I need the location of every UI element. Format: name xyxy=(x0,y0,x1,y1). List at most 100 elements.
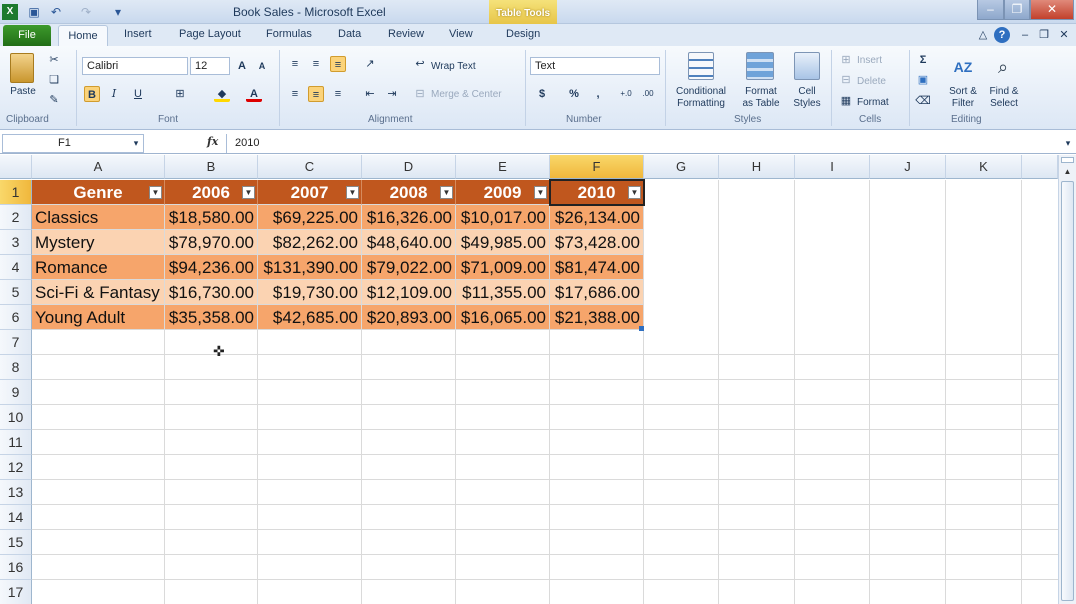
row-header[interactable]: 8 xyxy=(0,355,32,380)
wrap-text-icon[interactable]: ↩ xyxy=(412,56,428,72)
table-cell[interactable]: $16,065.00 xyxy=(456,305,550,330)
row-header[interactable]: 2 xyxy=(0,205,32,230)
vertical-scrollbar[interactable]: ▲ xyxy=(1058,155,1076,604)
column-header-f[interactable]: F xyxy=(550,155,644,179)
comma-icon[interactable]: , xyxy=(590,86,606,102)
filter-dropdown-icon[interactable]: ▼ xyxy=(242,186,255,199)
table-cell[interactable]: $17,686.00 xyxy=(550,280,644,305)
conditional-formatting-line1[interactable]: Conditional xyxy=(670,86,732,98)
row-header[interactable]: 11 xyxy=(0,430,32,455)
column-header-i[interactable]: I xyxy=(795,155,870,179)
align-left-icon[interactable]: ≡ xyxy=(287,86,303,102)
split-box[interactable] xyxy=(1061,157,1074,163)
table-cell[interactable]: $73,428.00 xyxy=(550,230,644,255)
redo-icon[interactable]: ↷ xyxy=(78,4,94,20)
save-icon[interactable]: ▣ xyxy=(26,4,42,20)
doc-restore-icon[interactable]: ❐ xyxy=(1036,27,1052,43)
conditional-formatting-line2[interactable]: Formatting xyxy=(670,98,732,110)
paste-button[interactable]: Paste xyxy=(8,86,38,98)
table-cell[interactable]: $71,009.00 xyxy=(456,255,550,280)
empty-grid-area[interactable] xyxy=(32,330,1058,604)
table-cell[interactable]: $42,685.00 xyxy=(258,305,362,330)
name-box-dropdown-icon[interactable]: ▾ xyxy=(128,135,144,151)
ribbon-minimize-icon[interactable]: △ xyxy=(975,27,991,43)
column-header-k[interactable]: K xyxy=(946,155,1022,179)
tab-review[interactable]: Review xyxy=(388,28,424,40)
format-as-table-icon[interactable] xyxy=(746,52,774,80)
filter-dropdown-icon[interactable]: ▼ xyxy=(440,186,453,199)
decrease-decimal-icon[interactable]: .00 xyxy=(640,86,656,102)
row-header[interactable]: 13 xyxy=(0,480,32,505)
table-cell[interactable]: $131,390.00 xyxy=(258,255,362,280)
tab-page-layout[interactable]: Page Layout xyxy=(179,28,241,40)
cut-icon[interactable]: ✂ xyxy=(46,52,62,68)
format-as-table-line2[interactable]: as Table xyxy=(736,98,786,110)
column-header-b[interactable]: B xyxy=(165,155,258,179)
align-middle-icon[interactable]: ≡ xyxy=(308,56,324,72)
column-header-c[interactable]: C xyxy=(258,155,362,179)
grow-font-icon[interactable]: A xyxy=(234,58,250,74)
decrease-indent-icon[interactable]: ⇤ xyxy=(362,86,378,102)
clear-icon[interactable]: ⌫ xyxy=(915,93,931,109)
find-select-icon[interactable]: ⌕ xyxy=(990,54,1016,80)
name-box[interactable]: F1 xyxy=(2,134,144,153)
tab-home[interactable]: Home xyxy=(58,25,108,47)
row-header[interactable]: 15 xyxy=(0,530,32,555)
fill-color-icon[interactable]: ◆ xyxy=(214,86,230,102)
table-cell[interactable]: Sci-Fi & Fantasy xyxy=(32,280,165,305)
paste-icon[interactable] xyxy=(10,53,34,83)
filter-dropdown-icon[interactable]: ▼ xyxy=(346,186,359,199)
formula-input[interactable]: 2010 xyxy=(226,134,1062,153)
table-cell[interactable]: $18,580.00 xyxy=(165,205,258,230)
cell-styles-line1[interactable]: Cell xyxy=(788,86,826,98)
table-cell[interactable]: Classics xyxy=(32,205,165,230)
autosum-icon[interactable]: Σ xyxy=(915,52,931,68)
insert-function-icon[interactable]: fx xyxy=(207,135,218,148)
table-cell[interactable]: $48,640.00 xyxy=(362,230,456,255)
align-bottom-icon[interactable]: ≡ xyxy=(330,56,346,72)
align-right-icon[interactable]: ≡ xyxy=(330,86,346,102)
delete-cells-icon[interactable]: ⊟ xyxy=(838,72,854,88)
merge-center-button[interactable]: Merge & Center xyxy=(431,89,502,101)
align-top-icon[interactable]: ≡ xyxy=(287,56,303,72)
fill-icon[interactable]: ▣ xyxy=(915,72,931,88)
table-cell[interactable]: Mystery xyxy=(32,230,165,255)
table-header-2006[interactable]: 2006 ▼ xyxy=(165,180,258,205)
table-cell[interactable]: $81,474.00 xyxy=(550,255,644,280)
column-header-d[interactable]: D xyxy=(362,155,456,179)
expand-formula-bar-icon[interactable]: ▾ xyxy=(1060,135,1076,151)
column-header-e[interactable]: E xyxy=(456,155,550,179)
table-header-genre[interactable]: Genre ▼ xyxy=(32,180,165,205)
align-center-icon[interactable]: ≡ xyxy=(308,86,324,102)
sort-filter-line1[interactable]: Sort & xyxy=(944,86,982,98)
customize-toolbar-icon[interactable]: ▾ xyxy=(110,4,126,20)
table-cell[interactable]: $16,730.00 xyxy=(165,280,258,305)
worksheet-grid[interactable]: A B C D E F G H I J K 1 2 3 4 5 6 7 8 9 … xyxy=(0,155,1058,604)
italic-button[interactable]: I xyxy=(106,86,122,102)
tab-design[interactable]: Design xyxy=(506,28,540,40)
minimize-button[interactable]: – xyxy=(977,0,1004,20)
tab-view[interactable]: View xyxy=(449,28,473,40)
row-header[interactable]: 1 xyxy=(0,180,32,205)
row-header[interactable]: 10 xyxy=(0,405,32,430)
column-header-j[interactable]: J xyxy=(870,155,946,179)
tab-data[interactable]: Data xyxy=(338,28,361,40)
format-cells-icon[interactable]: ▦ xyxy=(838,93,854,109)
table-cell[interactable]: $21,388.00 xyxy=(550,305,644,330)
row-header[interactable]: 5 xyxy=(0,280,32,305)
bold-button[interactable]: B xyxy=(84,86,100,102)
font-color-icon[interactable]: A xyxy=(246,86,262,102)
table-cell[interactable]: $49,985.00 xyxy=(456,230,550,255)
cell-styles-icon[interactable] xyxy=(794,52,820,80)
table-resize-handle[interactable] xyxy=(639,326,644,331)
table-header-2007[interactable]: 2007 ▼ xyxy=(258,180,362,205)
delete-cells-button[interactable]: Delete xyxy=(857,76,886,88)
close-button[interactable]: ✕ xyxy=(1030,0,1074,20)
column-header-h[interactable]: H xyxy=(719,155,795,179)
table-cell[interactable]: $35,358.00 xyxy=(165,305,258,330)
row-header[interactable]: 4 xyxy=(0,255,32,280)
table-header-2008[interactable]: 2008 ▼ xyxy=(362,180,456,205)
table-cell[interactable]: $10,017.00 xyxy=(456,205,550,230)
format-painter-icon[interactable]: ✎ xyxy=(46,92,62,108)
table-cell[interactable]: $82,262.00 xyxy=(258,230,362,255)
